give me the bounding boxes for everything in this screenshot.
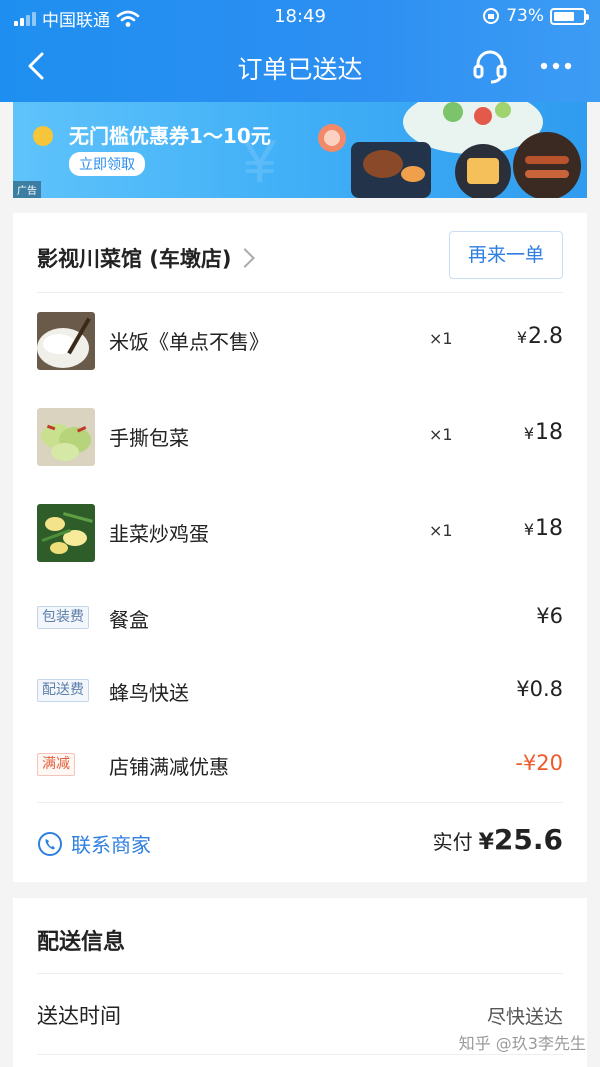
status-bar: 中国联通 18:49 73% [0, 0, 600, 34]
battery-icon [550, 7, 589, 25]
orientation-lock-icon [483, 8, 500, 24]
ad-label: 广告 [13, 181, 41, 198]
fee-tag: 配送费 [37, 679, 89, 702]
item-price: ¥2.8 [516, 324, 563, 349]
app-header: 中国联通 18:49 73% 订单已送达 [0, 0, 600, 102]
item-price: ¥18 [523, 420, 563, 445]
fee-price: ¥0.8 [516, 677, 563, 701]
cabbage-thumbnail [37, 408, 95, 466]
item-price: ¥18 [523, 516, 563, 541]
fee-name: 蜂鸟快送 [109, 681, 189, 705]
item-quantity: ×1 [429, 329, 453, 348]
fee-tag: 包装费 [37, 606, 89, 629]
fee-row: 包装费 餐盒 ¥6 [37, 603, 563, 635]
banner-food-illustration: ¥ [33, 102, 581, 198]
shop-name-link[interactable]: 影视川菜馆 (车墩店) [37, 243, 255, 273]
discount-tag: 满减 [37, 753, 75, 776]
delivery-section-title: 配送信息 [37, 930, 126, 955]
reorder-button[interactable]: 再来一单 [449, 231, 563, 279]
watermark: 知乎 @玖3李先生 [458, 1034, 586, 1053]
divider [37, 1054, 563, 1055]
order-total-row: 联系商家 实付 ¥25.6 [37, 802, 563, 882]
fee-row: 满减 店铺满减优惠 -¥20 [37, 750, 563, 782]
phone-icon [38, 831, 62, 856]
item-name: 韭菜炒鸡蛋 [109, 522, 209, 546]
fee-name: 餐盒 [109, 608, 149, 632]
customer-service-icon[interactable] [470, 46, 510, 86]
order-item: 手撕包菜 ×1 ¥18 [37, 408, 563, 466]
item-name: 米饭《单点不售》 [109, 330, 269, 354]
order-item: 米饭《单点不售》 ×1 ¥2.8 [37, 312, 563, 370]
contact-merchant-label: 联系商家 [71, 833, 151, 857]
contact-merchant-button[interactable]: 联系商家 [37, 829, 151, 858]
coupon-banner-ad[interactable]: ¥ 无门槛优惠券1～10元 立即领取 广告 [13, 102, 587, 198]
battery-percent: 73% [506, 6, 544, 26]
banner-subtitle: 无门槛优惠券1～10元 [69, 124, 271, 148]
fee-price: ¥6 [536, 604, 563, 628]
chevron-right-icon [234, 248, 255, 268]
delivery-time-value: 尽快送达 [486, 1006, 563, 1028]
shop-header: 影视川菜馆 (车墩店) 再来一单 [37, 231, 563, 293]
fee-row: 配送费 蜂鸟快送 ¥0.8 [37, 676, 563, 708]
rice-thumbnail [37, 312, 95, 370]
delivery-time-row: 送达时间 尽快送达 [37, 998, 563, 1032]
paid-amount: ¥25.6 [478, 823, 563, 856]
chive-egg-thumbnail [37, 504, 95, 562]
page-title: 订单已送达 [237, 55, 363, 84]
item-quantity: ×1 [429, 521, 453, 540]
item-name: 手撕包菜 [109, 426, 189, 450]
delivery-time-label: 送达时间 [37, 1004, 121, 1028]
order-item: 韭菜炒鸡蛋 ×1 ¥18 [37, 504, 563, 562]
more-icon[interactable] [536, 52, 576, 80]
order-card: 影视川菜馆 (车墩店) 再来一单 米饭《单点不售》 ×1 ¥2.8 手撕包菜 ×… [13, 213, 587, 882]
paid-total: 实付 ¥25.6 [433, 823, 563, 856]
fee-name: 店铺满减优惠 [109, 755, 229, 779]
paid-label: 实付 [432, 830, 473, 854]
nav-bar: 订单已送达 [0, 38, 600, 94]
discount-price: -¥20 [515, 751, 563, 775]
item-quantity: ×1 [429, 425, 453, 444]
divider [37, 973, 563, 974]
claim-coupon-button[interactable]: 立即领取 [69, 152, 145, 176]
shop-name: 影视川菜馆 (车墩店) [37, 247, 232, 271]
